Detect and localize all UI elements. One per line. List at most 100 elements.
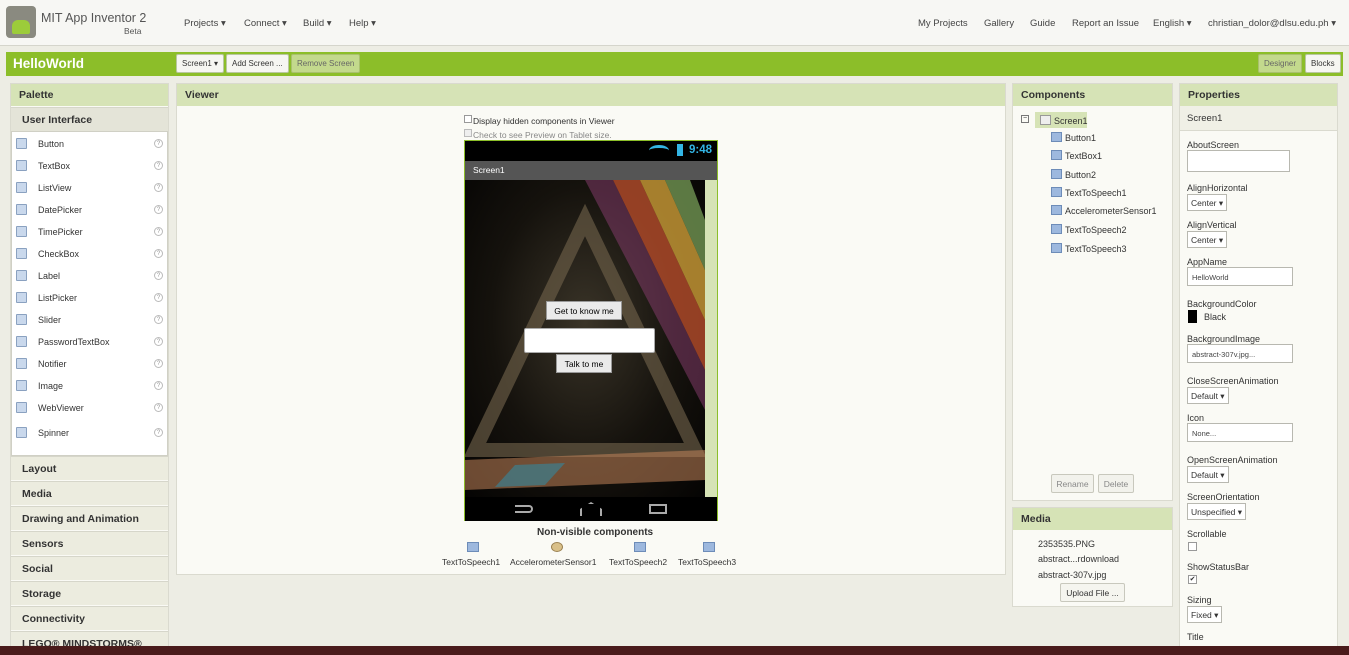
palette-item-timepicker[interactable]: TimePicker?	[11, 221, 167, 243]
background-image-input[interactable]: abstract-307v.jpg...	[1187, 344, 1293, 363]
palette-category-sensors[interactable]: Sensors	[11, 531, 168, 555]
os-taskbar	[0, 646, 1349, 655]
button2-preview[interactable]: Talk to me	[556, 354, 612, 373]
help-icon[interactable]: ?	[154, 271, 163, 280]
nonvisible-texttospeech2[interactable]: TextToSpeech2	[609, 557, 667, 567]
palette-category-drawing-animation[interactable]: Drawing and Animation	[11, 506, 168, 530]
nav-help[interactable]: Help ▾	[349, 18, 376, 29]
remove-screen-button[interactable]: Remove Screen	[291, 54, 361, 73]
app-name-input[interactable]: HelloWorld	[1187, 267, 1293, 286]
help-icon[interactable]: ?	[154, 381, 163, 390]
nonvisible-accelerometersensor1[interactable]: AccelerometerSensor1	[510, 557, 596, 567]
nav-user-account[interactable]: christian_dolor@dlsu.edu.ph ▾	[1208, 18, 1336, 29]
help-icon[interactable]: ?	[154, 293, 163, 302]
blocks-button[interactable]: Blocks	[1305, 54, 1341, 73]
palette-item-textbox[interactable]: TextBox?	[11, 155, 167, 177]
screen-orientation-select[interactable]: Unspecified ▾	[1187, 503, 1247, 520]
palette-item-passwordtextbox[interactable]: PasswordTextBox?	[11, 331, 167, 353]
align-vertical-select[interactable]: Center ▾	[1187, 231, 1228, 248]
palette-item-listpicker[interactable]: ListPicker?	[11, 287, 167, 309]
texttospeech2-icon	[634, 542, 646, 552]
palette-item-webviewer[interactable]: WebViewer?	[11, 397, 167, 419]
scrollable-checkbox[interactable]	[1188, 542, 1197, 551]
media-file[interactable]: 2353535.PNG	[1038, 539, 1095, 549]
icon-input[interactable]: None...	[1187, 423, 1293, 442]
textbox1-preview[interactable]	[524, 328, 655, 353]
palette-category-media[interactable]: Media	[11, 481, 168, 505]
palette-item-label: ListView	[38, 183, 72, 193]
help-icon[interactable]: ?	[154, 359, 163, 368]
tree-item-textbox1[interactable]: TextBox1	[1051, 150, 1102, 161]
media-file[interactable]: abstract-307v.jpg	[1038, 570, 1106, 580]
component-icon	[1051, 243, 1062, 253]
tree-item-texttospeech1[interactable]: TextToSpeech1	[1051, 187, 1127, 198]
tree-item-button1[interactable]: Button1	[1051, 132, 1096, 143]
app-inventor-logo-icon[interactable]	[6, 6, 36, 38]
display-hidden-checkbox[interactable]	[464, 115, 472, 123]
help-icon[interactable]: ?	[154, 183, 163, 192]
nonvisible-texttospeech1[interactable]: TextToSpeech1	[442, 557, 500, 567]
about-screen-textarea[interactable]	[1187, 150, 1290, 172]
delete-button[interactable]: Delete	[1098, 474, 1134, 493]
palette-item-button[interactable]: Button?	[11, 133, 167, 155]
nav-report-issue[interactable]: Report an Issue	[1072, 18, 1139, 29]
palette-category-layout[interactable]: Layout	[11, 456, 168, 480]
nav-language[interactable]: English ▾	[1153, 18, 1192, 29]
tree-item-texttospeech3[interactable]: TextToSpeech3	[1051, 243, 1127, 254]
palette-item-spinner[interactable]: Spinner?	[11, 422, 167, 444]
palette-item-label[interactable]: Label?	[11, 265, 167, 287]
sizing-select[interactable]: Fixed ▾	[1187, 606, 1223, 623]
label-icon	[16, 270, 27, 281]
texttospeech1-icon	[467, 542, 479, 552]
help-icon[interactable]: ?	[154, 315, 163, 324]
open-screen-animation-select[interactable]: Default ▾	[1187, 466, 1229, 483]
help-icon[interactable]: ?	[154, 403, 163, 412]
screen-select-dropdown[interactable]: Screen1 ▾	[176, 54, 225, 73]
show-status-bar-checkbox[interactable]: ✔	[1188, 575, 1197, 584]
nonvisible-texttospeech3[interactable]: TextToSpeech3	[678, 557, 736, 567]
media-file[interactable]: abstract...rdownload	[1038, 554, 1119, 564]
palette-item-datepicker[interactable]: DatePicker?	[11, 199, 167, 221]
tree-item-label: TextToSpeech3	[1065, 244, 1127, 254]
palette-category-user-interface[interactable]: User Interface	[11, 107, 168, 131]
palette-category-social[interactable]: Social	[11, 556, 168, 580]
help-icon[interactable]: ?	[154, 227, 163, 236]
palette-item-notifier[interactable]: Notifier?	[11, 353, 167, 375]
rename-button[interactable]: Rename	[1051, 474, 1094, 493]
tree-item-screen1-label: Screen1	[1040, 115, 1088, 126]
background-color-swatch[interactable]	[1188, 310, 1197, 323]
help-icon[interactable]: ?	[154, 205, 163, 214]
palette-category-lego[interactable]: LEGO® MINDSTORMS®	[11, 631, 168, 646]
nav-guide[interactable]: Guide	[1030, 18, 1055, 29]
close-screen-animation-select[interactable]: Default ▾	[1187, 387, 1229, 404]
collapse-tree-icon[interactable]: −	[1021, 115, 1029, 123]
nav-projects[interactable]: Projects ▾	[184, 18, 226, 29]
project-name: HelloWorld	[13, 56, 85, 71]
palette-item-slider[interactable]: Slider?	[11, 309, 167, 331]
help-icon[interactable]: ?	[154, 337, 163, 346]
tree-item-texttospeech2[interactable]: TextToSpeech2	[1051, 224, 1127, 235]
nav-build[interactable]: Build ▾	[303, 18, 332, 29]
help-icon[interactable]: ?	[154, 249, 163, 258]
help-icon[interactable]: ?	[154, 139, 163, 148]
palette-category-storage[interactable]: Storage	[11, 581, 168, 605]
add-screen-button[interactable]: Add Screen ...	[226, 54, 289, 73]
help-icon[interactable]: ?	[154, 161, 163, 170]
palette-item-checkbox[interactable]: CheckBox?	[11, 243, 167, 265]
nav-gallery[interactable]: Gallery	[984, 18, 1014, 29]
palette-item-image[interactable]: Image?	[11, 375, 167, 397]
help-icon[interactable]: ?	[154, 428, 163, 437]
palette-category-connectivity[interactable]: Connectivity	[11, 606, 168, 630]
palette-item-listview[interactable]: ListView?	[11, 177, 167, 199]
background-color-value[interactable]: Black	[1204, 312, 1226, 322]
tree-item-button2[interactable]: Button2	[1051, 169, 1096, 180]
tree-item-accelerometersensor1[interactable]: AccelerometerSensor1	[1051, 205, 1157, 216]
upload-file-button[interactable]: Upload File ...	[1060, 583, 1125, 602]
tablet-preview-label: Check to see Preview on Tablet size.	[473, 130, 612, 140]
designer-button[interactable]: Designer	[1258, 54, 1303, 73]
button1-preview[interactable]: Get to know me	[546, 301, 622, 320]
nav-my-projects[interactable]: My Projects	[918, 18, 968, 29]
nav-connect[interactable]: Connect ▾	[244, 18, 287, 29]
align-horizontal-select[interactable]: Center ▾	[1187, 194, 1228, 211]
tablet-preview-checkbox[interactable]	[464, 129, 472, 137]
